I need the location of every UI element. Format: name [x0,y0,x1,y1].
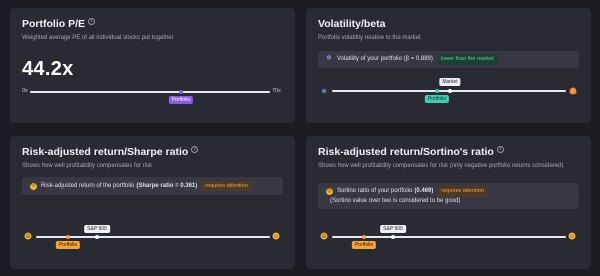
pe-scale-min: 0x [22,88,28,94]
pe-track [30,91,270,93]
pe-portfolio-tag: Portfolio [168,96,194,104]
sortino-card: Risk-adjusted return/Sortino's ratio i S… [306,136,591,269]
sortino-portfolio-dot [362,235,366,239]
volatility-card: Volatility/beta Portfolio volatility rel… [306,8,591,123]
sharpe-track [36,236,270,238]
volatility-subtitle: Portfolio volatility relative to the mar… [318,35,421,41]
snowflake-icon: ❄ [326,55,332,63]
fire-icon: • [569,87,577,95]
sharpe-subtitle: Shows how well profitability compensates… [22,163,153,169]
sharpe-card: Risk-adjusted return/Sharpe ratio i Show… [10,136,295,269]
sortino-benchmark-tag: S&P 500 [380,225,406,233]
sortino-info-note: (Sortino value over two is considered to… [330,197,461,204]
volatility-info-box: ❄ Volatility of your portfolio (β = 0.88… [318,51,579,68]
volatility-title: Volatility/beta [318,18,386,30]
sortino-info-value: (0.469) [414,188,434,194]
sortino-portfolio-tag: Portfolio [351,241,377,249]
pe-subtitle: Weighted average PE of all individual st… [22,35,174,41]
info-icon[interactable]: i [496,145,504,153]
sortino-info-text: Sortino ratio of your portfolio [337,188,413,194]
sortino-info-box: ☹ Sortino ratio of your portfolio (0.469… [318,183,579,209]
pe-value: 44.2x [22,58,74,81]
sharpe-title: Risk-adjusted return/Sharpe ratio [22,146,189,158]
pe-card: Portfolio P/E i Weighted average PE of a… [10,8,295,123]
frown-emoji-icon: ☹ [24,232,32,240]
frown-emoji-icon: ☹ [30,182,37,190]
frown-emoji-icon: ☹ [326,187,333,195]
volatility-info-text: Volatility of your portfolio (β = 0.889) [336,56,433,62]
smile-emoji-icon: ☺ [568,232,576,240]
sharpe-portfolio-tag: Portfolio [55,241,81,249]
sharpe-badge: requires attention [201,180,252,192]
volatility-market-dot [448,89,452,93]
volatility-market-tag: Market [439,78,461,86]
sortino-badge: requires attention [437,186,488,197]
sharpe-info-text: Risk-adjusted return of the portfolio [41,182,135,189]
sortino-title: Risk-adjusted return/Sortino's ratio [318,146,494,158]
info-icon[interactable]: i [88,17,95,25]
sortino-track [332,236,566,238]
volatility-portfolio-dot [435,89,439,93]
sortino-benchmark-dot [391,235,395,239]
pe-portfolio-dot [179,90,183,94]
sharpe-benchmark-tag: S&P 500 [84,225,110,233]
sortino-subtitle: Shows how well profitability compensates… [318,163,564,169]
info-icon[interactable]: i [191,145,199,153]
pe-scale-max: 70x [272,88,281,94]
sharpe-portfolio-dot [66,235,70,239]
pe-title: Portfolio P/E [22,18,85,30]
sharpe-info-box: ☹ Risk-adjusted return of the portfolio … [22,177,283,195]
snowflake-icon: ❄ [321,88,327,95]
volatility-portfolio-tag: Portfolio [424,95,450,103]
sharpe-benchmark-dot [95,235,99,239]
frown-emoji-icon: ☹ [320,232,328,240]
smile-emoji-icon: ☺ [272,232,280,240]
sharpe-info-value: (Sharpe ratio = 0.361) [136,182,198,189]
volatility-badge: lower than the market [436,54,498,65]
